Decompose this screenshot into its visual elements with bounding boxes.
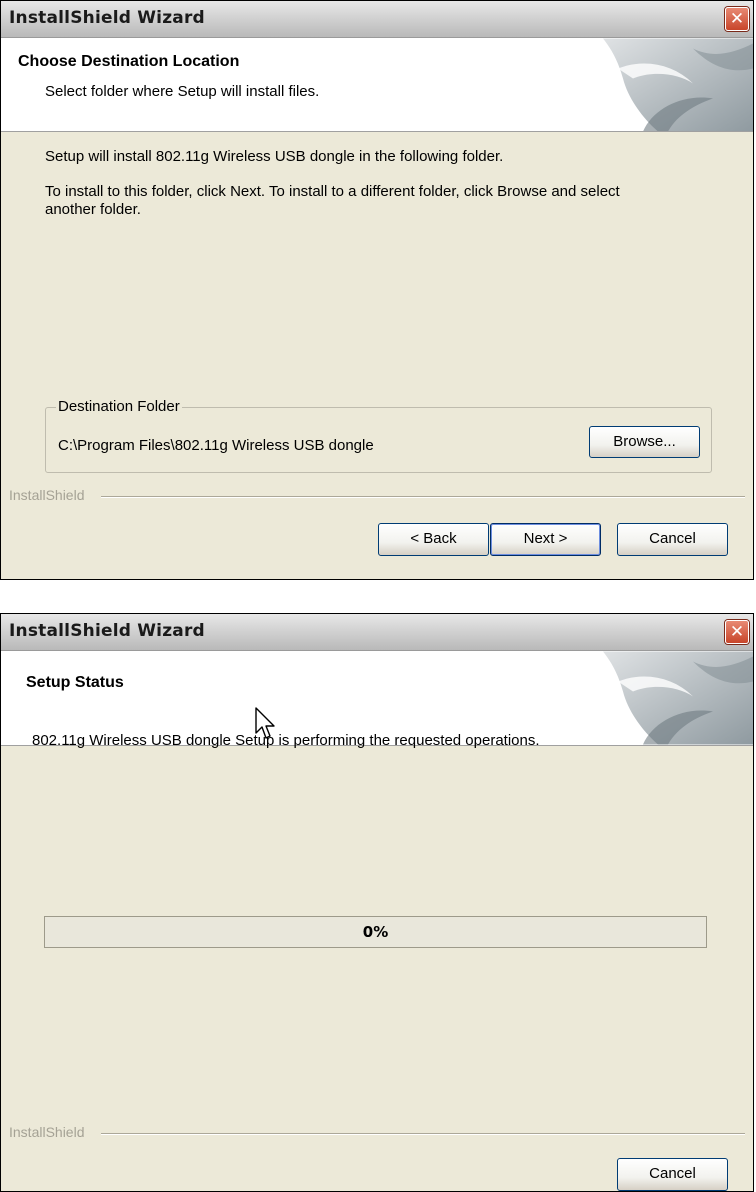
title-bar[interactable]: InstallShield Wizard ✕: [1, 614, 753, 651]
install-info-text: Setup will install 802.11g Wireless USB …: [45, 148, 504, 165]
window-title: InstallShield Wizard: [9, 621, 205, 641]
installshield-brand: InstallShield: [9, 487, 85, 503]
instructions-text-1: To install to this folder, click Next. T…: [45, 183, 620, 200]
instructions-text-2: another folder.: [45, 201, 141, 218]
close-button[interactable]: ✕: [725, 7, 749, 31]
install-path: C:\Program Files\802.11g Wireless USB do…: [58, 437, 374, 454]
cancel-button[interactable]: Cancel: [617, 1158, 728, 1191]
dialog-header: Choose Destination Location Select folde…: [1, 38, 753, 132]
header-title: Choose Destination Location: [18, 53, 240, 70]
progress-percent: 0%: [362, 923, 389, 941]
installshield-brand: InstallShield: [9, 1124, 85, 1140]
status-text: 802.11g Wireless USB dongle Setup is per…: [32, 732, 540, 749]
title-bar[interactable]: InstallShield Wizard ✕: [1, 1, 753, 38]
header-subtitle: Select folder where Setup will install f…: [45, 83, 320, 100]
window-title: InstallShield Wizard: [9, 8, 205, 28]
progress-bar: 0%: [44, 916, 707, 948]
mouse-cursor-icon: [255, 707, 275, 739]
destination-folder-label: Destination Folder: [56, 398, 182, 415]
next-button[interactable]: Next >: [490, 523, 601, 556]
cancel-button[interactable]: Cancel: [617, 523, 728, 556]
installshield-logo: [603, 38, 753, 131]
destination-dialog: InstallShield Wizard ✕ Choose Destinatio…: [0, 0, 754, 580]
setup-status-dialog: InstallShield Wizard ✕ Setup Status 802.…: [0, 613, 754, 1192]
header-title: Setup Status: [26, 674, 124, 691]
separator-line: [101, 1133, 745, 1135]
close-icon: ✕: [729, 622, 745, 642]
destination-folder-group: Destination Folder C:\Program Files\802.…: [45, 398, 712, 473]
browse-button[interactable]: Browse...: [589, 426, 700, 458]
installshield-logo: [603, 651, 753, 745]
close-icon: ✕: [729, 9, 745, 29]
separator-line: [101, 496, 745, 498]
close-button[interactable]: ✕: [725, 620, 749, 644]
back-button[interactable]: < Back: [378, 523, 489, 556]
